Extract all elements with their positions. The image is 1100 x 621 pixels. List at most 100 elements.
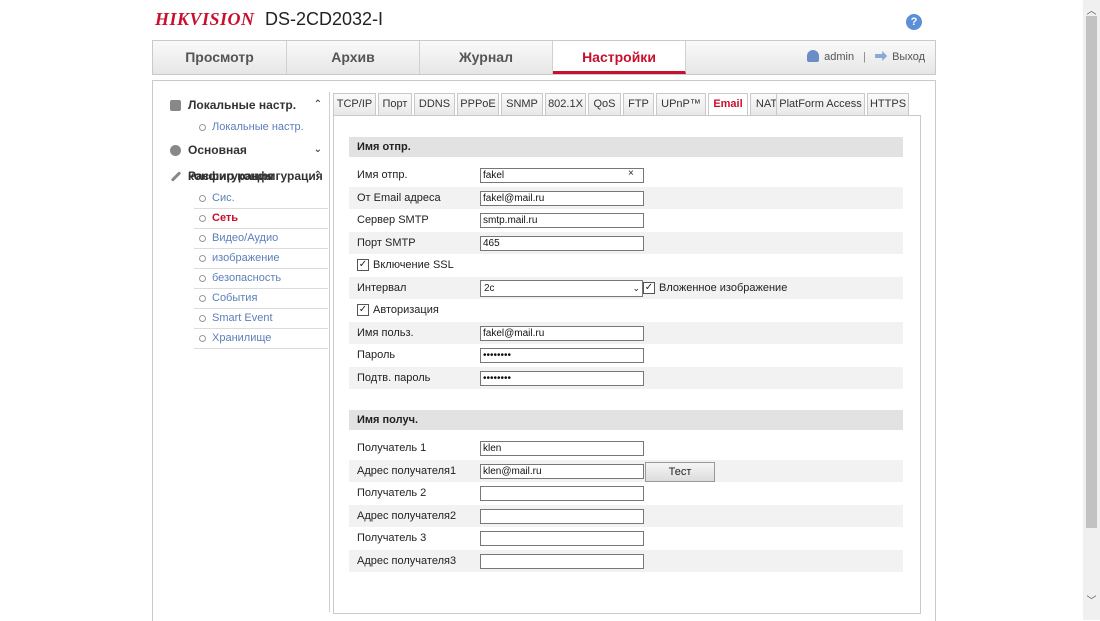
smtp-server-label: Сервер SMTP	[357, 214, 429, 226]
sender-name-label: Имя отпр.	[357, 169, 408, 181]
attach-image-label: Вложенное изображение	[659, 282, 788, 294]
sender-email-input[interactable]	[480, 191, 644, 206]
interval-value: 2с	[484, 283, 495, 294]
receiver1-address-input[interactable]	[480, 464, 644, 479]
device-model: DS-2CD2032-I	[265, 9, 384, 29]
tab-port[interactable]: Порт	[378, 93, 412, 116]
interval-select[interactable]: 2с ⌄	[480, 280, 643, 297]
auth-checkbox[interactable]: ✓	[357, 304, 369, 316]
sidebar-item-storage[interactable]: Хранилище	[194, 329, 328, 349]
smtp-port-label: Порт SMTP	[357, 237, 416, 249]
receiver1-row: Получатель 1	[349, 437, 903, 459]
ssl-label: Включение SSL	[373, 259, 454, 271]
interval-row: Интервал 2с ⌄ ✓ Вложенное изображение	[349, 277, 903, 299]
receiver1-address-label: Адрес получателя1	[357, 465, 457, 477]
nav-tab-log[interactable]: Журнал	[420, 41, 553, 74]
receiver2-address-label: Адрес получателя2	[357, 510, 457, 522]
main-nav: Просмотр Архив Журнал Настройки admin | …	[152, 40, 936, 75]
logout-icon[interactable]	[875, 51, 888, 61]
test-button[interactable]: Тест	[645, 462, 715, 482]
nav-tab-playback[interactable]: Архив	[287, 41, 420, 74]
receiver2-address-row: Адрес получателя2	[349, 505, 903, 527]
smtp-server-input[interactable]	[480, 213, 644, 228]
scroll-down-icon[interactable]: ﹀	[1083, 592, 1100, 607]
sender-name-row: Имя отпр. ×	[349, 164, 903, 186]
tab-8021x[interactable]: 802.1X	[545, 93, 586, 116]
separator: |	[863, 51, 867, 63]
bullet-icon	[199, 235, 206, 242]
receiver2-label: Получатель 2	[357, 487, 427, 499]
sidebar-group-local[interactable]: Локальные настр. ⌃	[162, 92, 328, 118]
sidebar-divider	[329, 92, 330, 612]
clear-icon[interactable]: ×	[628, 168, 634, 179]
nav-tab-live-view[interactable]: Просмотр	[153, 41, 287, 74]
bullet-icon	[199, 195, 206, 202]
sidebar-group-advanced[interactable]: Расшир конфигурация ⌃	[162, 163, 328, 189]
receiver3-address-label: Адрес получателя3	[357, 555, 457, 567]
attach-image-checkbox[interactable]: ✓	[643, 282, 655, 294]
tab-pppoe[interactable]: PPPoE	[457, 93, 499, 116]
sidebar-item-network[interactable]: Сеть	[194, 209, 328, 229]
nav-tab-configuration[interactable]: Настройки	[553, 41, 686, 74]
username-input[interactable]	[480, 326, 644, 341]
sidebar-item-local-config[interactable]: Локальные настр.	[194, 118, 328, 137]
tab-https[interactable]: HTTPS	[867, 93, 909, 116]
tab-tcpip[interactable]: TCP/IP	[333, 93, 376, 116]
tab-ftp[interactable]: FTP	[623, 93, 654, 116]
tab-qos[interactable]: QoS	[588, 93, 621, 116]
help-icon[interactable]: ?	[906, 14, 922, 30]
sidebar-item-smart-event[interactable]: Smart Event	[194, 309, 328, 329]
auth-row: ✓ Авторизация	[349, 299, 903, 321]
username-label: Имя польз.	[357, 327, 414, 339]
sender-email-row: От Email адреса	[349, 187, 903, 209]
chevron-down-icon[interactable]: ⌄	[314, 137, 322, 163]
sidebar-item-security[interactable]: безопасность	[194, 269, 328, 289]
tab-snmp[interactable]: SNMP	[501, 93, 543, 116]
confirm-password-label: Подтв. пароль	[357, 372, 431, 384]
sidebar-item-video-audio[interactable]: Видео/Аудио	[194, 229, 328, 249]
chevron-up-icon[interactable]: ⌃	[314, 92, 322, 118]
receiver3-address-input[interactable]	[480, 554, 644, 569]
password-row: Пароль	[349, 344, 903, 366]
sender-section-title: Имя отпр.	[349, 137, 903, 157]
receiver2-address-input[interactable]	[480, 509, 644, 524]
chevron-up-icon[interactable]: ⌃	[314, 163, 322, 189]
tab-email[interactable]: Email	[708, 93, 748, 116]
tab-platform-access[interactable]: PlatForm Access	[776, 93, 865, 116]
bullet-icon	[199, 255, 206, 262]
sidebar-item-system[interactable]: Сис.	[194, 189, 328, 209]
logout-link[interactable]: Выход	[892, 51, 925, 63]
sender-name-input[interactable]	[480, 168, 644, 183]
bullet-icon	[199, 295, 206, 302]
receiver2-row: Получатель 2	[349, 482, 903, 504]
smtp-port-input[interactable]	[480, 236, 644, 251]
sidebar-item-events[interactable]: События	[194, 289, 328, 309]
sidebar: Локальные настр. ⌃ Локальные настр. Осно…	[162, 92, 328, 349]
sidebar-group-label: Расшир конфигурация	[188, 169, 323, 183]
page-scrollbar[interactable]: ︿ ﹀	[1083, 0, 1100, 620]
tab-ddns[interactable]: DDNS	[414, 93, 455, 116]
receiver3-address-row: Адрес получателя3	[349, 550, 903, 572]
user-icon	[807, 50, 820, 62]
receiver1-input[interactable]	[480, 441, 644, 456]
confirm-password-input[interactable]	[480, 371, 644, 386]
receiver3-label: Получатель 3	[357, 532, 427, 544]
sidebar-group-basic[interactable]: Основная конфигурация ⌄	[162, 137, 328, 183]
receiver2-input[interactable]	[480, 486, 644, 501]
receiver3-input[interactable]	[480, 531, 644, 546]
receiver1-address-row: Адрес получателя1 Тест	[349, 460, 903, 482]
scrollbar-thumb[interactable]	[1086, 16, 1097, 528]
smtp-port-row: Порт SMTP	[349, 232, 903, 254]
password-label: Пароль	[357, 349, 396, 361]
ssl-row: ✓ Включение SSL	[349, 254, 903, 276]
bullet-icon	[199, 335, 206, 342]
scroll-up-icon[interactable]: ︿	[1083, 2, 1100, 17]
tab-upnp[interactable]: UPnP™	[656, 93, 706, 116]
password-input[interactable]	[480, 348, 644, 363]
bullet-icon	[199, 315, 206, 322]
bullet-icon	[199, 275, 206, 282]
ssl-checkbox[interactable]: ✓	[357, 259, 369, 271]
brand-logo: HIKVISION	[155, 9, 255, 29]
sidebar-item-image[interactable]: изображение	[194, 249, 328, 269]
username: admin	[824, 51, 855, 63]
